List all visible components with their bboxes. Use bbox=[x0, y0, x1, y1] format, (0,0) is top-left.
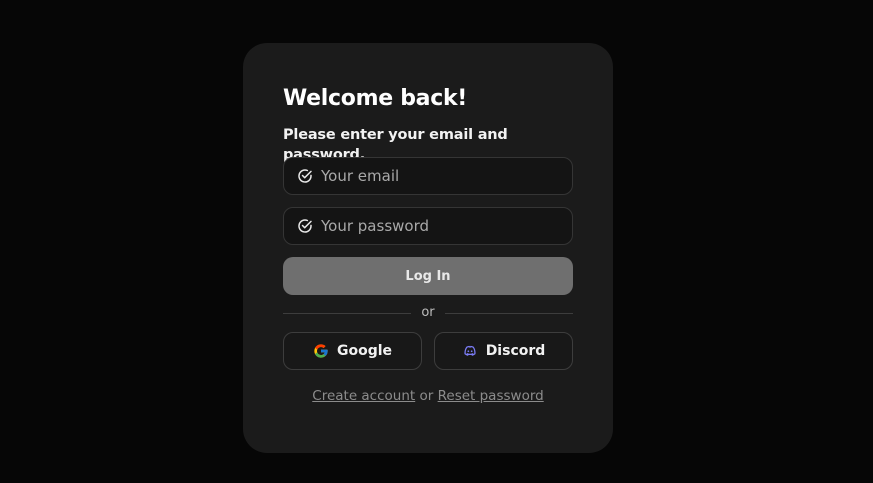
footer-joiner: or bbox=[419, 388, 434, 404]
password-input[interactable] bbox=[321, 217, 561, 235]
login-card: Welcome back! Please enter your email an… bbox=[243, 43, 613, 453]
reset-password-link[interactable]: Reset password bbox=[438, 388, 544, 404]
divider-label: or bbox=[421, 305, 435, 320]
or-divider: or bbox=[283, 305, 573, 321]
google-label: Google bbox=[336, 343, 393, 359]
password-field[interactable] bbox=[283, 207, 573, 245]
divider-line bbox=[444, 312, 573, 314]
discord-label: Discord bbox=[485, 343, 546, 359]
google-logo-icon bbox=[313, 343, 329, 359]
check-circle-icon bbox=[297, 218, 313, 234]
email-input[interactable] bbox=[321, 167, 561, 185]
account-links: Create account or Reset password bbox=[283, 387, 573, 405]
google-login-button[interactable]: Google bbox=[283, 332, 422, 370]
email-field[interactable] bbox=[283, 157, 573, 195]
page-title: Welcome back! bbox=[283, 86, 468, 111]
login-button[interactable]: Log In bbox=[283, 257, 573, 295]
discord-login-button[interactable]: Discord bbox=[434, 332, 573, 370]
create-account-link[interactable]: Create account bbox=[312, 388, 415, 404]
oauth-buttons: Google Discord bbox=[283, 332, 573, 370]
check-circle-icon bbox=[297, 168, 313, 184]
discord-logo-icon bbox=[462, 343, 478, 359]
divider-line bbox=[283, 312, 412, 314]
subtitle: Please enter your email and password. bbox=[283, 127, 508, 163]
